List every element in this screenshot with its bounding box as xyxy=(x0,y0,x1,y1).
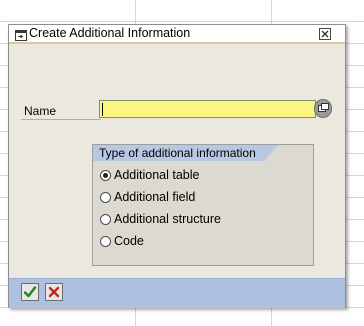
dialog-title: Create Additional Information xyxy=(29,26,191,40)
radio-code[interactable]: Code xyxy=(100,232,144,250)
title-separator xyxy=(9,42,345,44)
radio-additional-structure[interactable]: Additional structure xyxy=(100,210,221,228)
radio-additional-field[interactable]: Additional field xyxy=(100,188,195,206)
radio-button[interactable] xyxy=(100,235,111,247)
radio-additional-table[interactable]: Additional table xyxy=(100,166,199,184)
text-cursor xyxy=(102,103,103,116)
dialog-footer xyxy=(9,278,345,308)
type-group-box: Type of additional information Additiona… xyxy=(92,144,314,266)
radio-selected-dot xyxy=(103,172,108,178)
close-icon[interactable] xyxy=(319,28,331,40)
dialog-window-icon xyxy=(15,28,27,41)
radio-label: Code xyxy=(114,234,144,248)
value-help-button[interactable] xyxy=(314,99,332,118)
dialog-titlebar: Create Additional Information xyxy=(9,25,345,43)
radio-button[interactable] xyxy=(100,213,111,225)
radio-label: Additional structure xyxy=(114,212,222,226)
radio-button[interactable] xyxy=(100,191,111,203)
name-label: Name xyxy=(24,104,57,118)
enter-button[interactable] xyxy=(21,283,39,301)
radio-label: Additional table xyxy=(114,168,200,182)
cancel-button[interactable] xyxy=(45,283,63,301)
name-input[interactable] xyxy=(99,100,316,118)
group-title-tab: Type of additional information xyxy=(92,144,279,161)
group-title: Type of additional information xyxy=(99,146,256,160)
name-label-underline xyxy=(21,119,101,120)
radio-button[interactable] xyxy=(100,169,111,181)
radio-label: Additional field xyxy=(114,190,196,204)
create-additional-information-dialog: Create Additional Information Name Type … xyxy=(8,24,346,308)
